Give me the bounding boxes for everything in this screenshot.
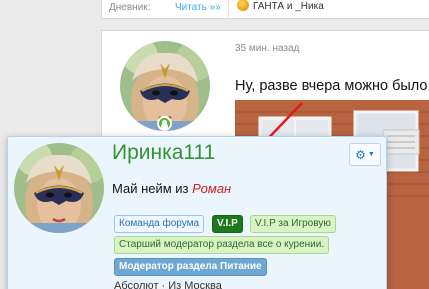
member-avatar[interactable] <box>14 143 104 233</box>
previous-post-snippet: ГАНТА и _Ника <box>253 1 324 12</box>
badge-senior-moderator: Старший модератор раздела все о курении. <box>114 236 330 254</box>
mood-emoji-icon <box>237 0 249 11</box>
badge-food-moderator: Модератор раздела Питание <box>114 258 267 276</box>
member-username[interactable]: Иринка111 <box>112 141 215 165</box>
status-highlight: Роман <box>192 181 232 196</box>
badge-vip-game: V.I.P за Игровую <box>250 215 336 233</box>
previous-post-footer: Дневник: Читать »» ГАНТА и _Ника <box>101 0 429 19</box>
divider <box>228 0 229 19</box>
diary-label: Дневник: <box>109 2 151 13</box>
member-meta: Абсолют · Из Москва <box>114 280 222 289</box>
post-text: Ну, разве вчера можно было <box>235 78 428 94</box>
gear-icon: ⚙ <box>355 147 366 162</box>
online-status-icon <box>157 116 172 131</box>
chevron-down-icon: ▼ <box>367 151 375 158</box>
badge-vip: V.I.P <box>212 215 243 233</box>
status-prefix: Май нейм из <box>112 181 189 196</box>
badge-forum-team: Команда форума <box>114 215 205 233</box>
read-diary-link[interactable]: Читать »» <box>175 2 221 13</box>
member-tooltip-card: Иринка111 ⚙ ▼ Май нейм из Роман Команда … <box>7 136 387 289</box>
member-status: Май нейм из Роман <box>112 181 231 196</box>
member-actions-button[interactable]: ⚙ ▼ <box>349 143 381 166</box>
post-timestamp: 35 мин. назад <box>235 43 300 54</box>
